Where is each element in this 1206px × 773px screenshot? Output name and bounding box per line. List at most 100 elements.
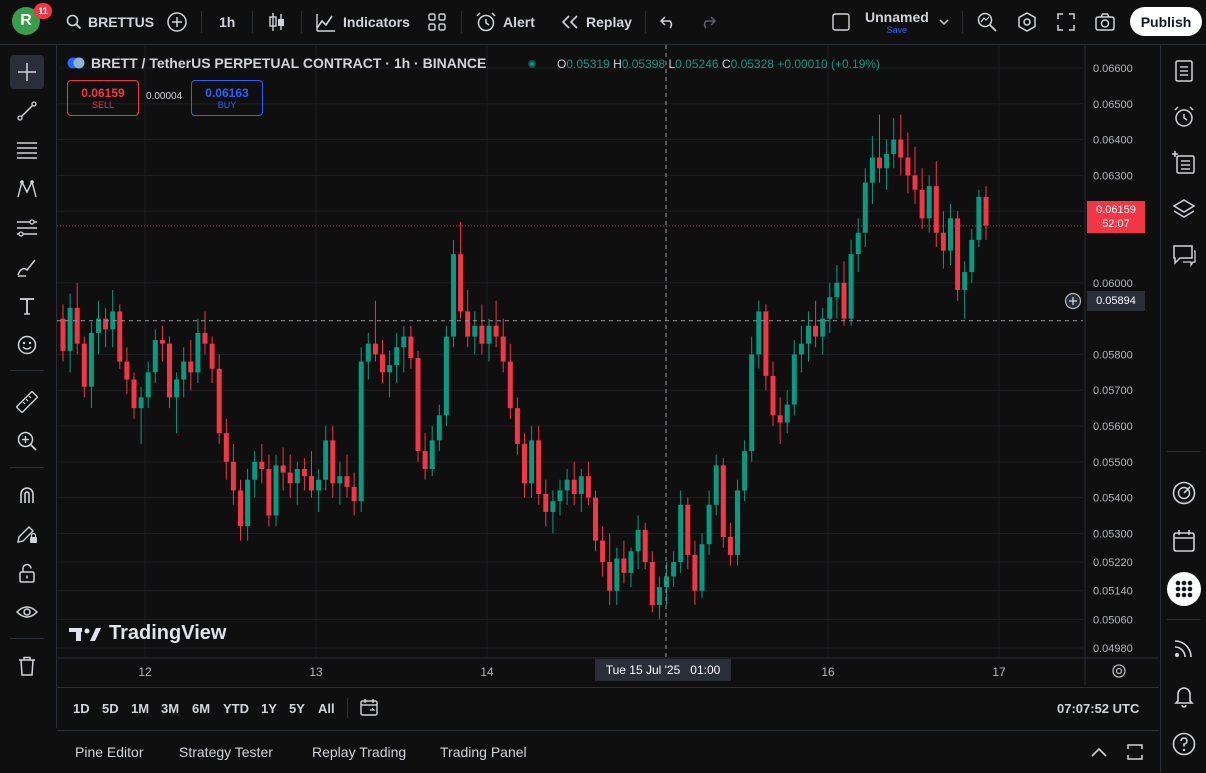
snapshot-button[interactable] [1094, 0, 1116, 44]
clock-timezone-button[interactable]: 07:07:52 UTC [1057, 688, 1139, 728]
fullscreen-icon [1057, 13, 1075, 31]
help-button[interactable] [1167, 727, 1201, 761]
crosshair-price-label: 0.05894 [1087, 291, 1145, 311]
candle-body [593, 497, 598, 541]
settings-button[interactable] [1016, 0, 1038, 44]
range-3m[interactable]: 3M [161, 688, 179, 728]
candle-body [628, 551, 634, 573]
layers-button[interactable] [1167, 192, 1201, 226]
pattern-tool[interactable] [10, 172, 44, 206]
replay-button[interactable]: Replay [560, 0, 632, 44]
lock-drawing-tool[interactable] [10, 517, 44, 551]
calendar-icon [1173, 530, 1195, 552]
drawing-toolbar [0, 45, 57, 728]
range-5d[interactable]: 5D [102, 688, 119, 728]
fib-tool[interactable] [10, 133, 44, 167]
zoom-tool[interactable] [10, 424, 44, 458]
candle-body [294, 468, 300, 484]
candlestick-chart[interactable]: 0.066000.065000.064000.063000.062000.060… [57, 45, 1159, 685]
magnet-tool[interactable] [10, 478, 44, 512]
candle-body [401, 336, 407, 348]
toolbar-divider [1167, 619, 1201, 620]
crosshair-tool[interactable] [10, 55, 44, 89]
trend-line-tool[interactable] [10, 94, 44, 128]
lock-all-tool[interactable] [10, 556, 44, 590]
ohlc-values: O0.05319 H0.05398 L0.05246 C0.05328 +0.0… [557, 57, 880, 71]
symbol-legend[interactable]: BRETT / TetherUS PERPETUAL CONTRACT · 1h… [67, 55, 486, 71]
goto-date-button[interactable] [359, 688, 381, 728]
candle-body [777, 415, 783, 423]
alert-button[interactable]: Alert [475, 0, 535, 44]
alerts-button[interactable] [1167, 100, 1201, 134]
watermark-text: TradingView [109, 622, 227, 644]
candle-body [607, 562, 613, 591]
range-1d[interactable]: 1D [73, 688, 90, 728]
candle-body [735, 490, 740, 555]
text-tool[interactable] [10, 289, 44, 323]
candle-body [273, 465, 279, 516]
streams-button[interactable] [1167, 631, 1201, 665]
range-ytd[interactable]: YTD [223, 688, 249, 728]
maximize-panel-button[interactable] [1125, 731, 1145, 773]
candle-body [948, 218, 953, 251]
candle-body [678, 504, 684, 563]
range-all[interactable]: All [318, 688, 335, 728]
object-tree-button[interactable] [1167, 146, 1201, 180]
candle-body [940, 232, 946, 251]
candle-body [727, 537, 733, 555]
range-1m[interactable]: 1M [131, 688, 149, 728]
layout-checkbox[interactable] [831, 0, 851, 44]
quick-search-button[interactable] [976, 0, 998, 44]
layout-menu-button[interactable] [938, 0, 950, 44]
candle-body [103, 318, 109, 330]
products-menu-button[interactable] [1167, 572, 1201, 606]
symbol-search-button[interactable]: BRETTUS [66, 0, 154, 44]
templates-button[interactable] [427, 0, 447, 44]
candle-body [955, 218, 961, 290]
undo-icon [659, 16, 673, 29]
notifications-button[interactable] [1167, 679, 1201, 713]
tab-strategy-tester[interactable]: Strategy Tester [179, 731, 273, 773]
publish-button[interactable]: Publish [1130, 7, 1202, 36]
sell-button[interactable]: 0.06159 SELL [67, 80, 139, 116]
layout-name-button[interactable]: Unnamed Save [865, 0, 929, 44]
remove-drawings-tool[interactable] [10, 649, 44, 683]
tab-replay-trading[interactable]: Replay Trading [312, 731, 406, 773]
tab-pine-editor[interactable]: Pine Editor [75, 731, 143, 773]
sell-label: SELL [91, 100, 115, 110]
candle-body [912, 175, 918, 190]
time-tick-label: 12 [138, 665, 152, 679]
range-5y[interactable]: 5Y [289, 688, 305, 728]
checkbox-icon [832, 13, 850, 31]
candle-body [720, 465, 726, 538]
visibility-tool[interactable] [10, 595, 44, 629]
redo-button[interactable] [699, 0, 717, 44]
candle-body [600, 540, 606, 563]
chats-button[interactable] [1167, 238, 1201, 272]
tab-trading-panel[interactable]: Trading Panel [440, 731, 527, 773]
undo-button[interactable] [659, 0, 677, 44]
collapse-panel-button[interactable] [1089, 731, 1109, 773]
forecast-tool[interactable] [10, 211, 44, 245]
ideas-stream-button[interactable] [1167, 476, 1201, 510]
axis-settings-button[interactable] [1111, 663, 1127, 682]
candle-body [365, 343, 371, 362]
chart-type-button[interactable] [268, 0, 286, 44]
candle-body [145, 372, 151, 398]
fullscreen-button[interactable] [1056, 0, 1076, 44]
indicators-button[interactable]: Indicators [315, 0, 410, 44]
crosshair-add-button[interactable] [1063, 291, 1083, 311]
measure-tool[interactable] [10, 385, 44, 419]
time-tick-label: 13 [309, 665, 323, 679]
calendar-button[interactable] [1167, 524, 1201, 558]
timeframe-bar: 1D 5D 1M 3M 6M YTD 1Y 5Y All 07:07:52 UT… [57, 687, 1159, 728]
watchlist-button[interactable] [1167, 54, 1201, 88]
emoji-tool[interactable] [10, 328, 44, 362]
brush-tool[interactable] [10, 250, 44, 284]
interval-button[interactable]: 1h [219, 0, 235, 44]
chart-pane[interactable]: 0.066000.065000.064000.063000.062000.060… [57, 45, 1159, 685]
buy-button[interactable]: 0.06163 BUY [191, 80, 263, 116]
range-1y[interactable]: 1Y [261, 688, 277, 728]
range-6m[interactable]: 6M [192, 688, 210, 728]
compare-symbol-button[interactable] [166, 0, 188, 44]
